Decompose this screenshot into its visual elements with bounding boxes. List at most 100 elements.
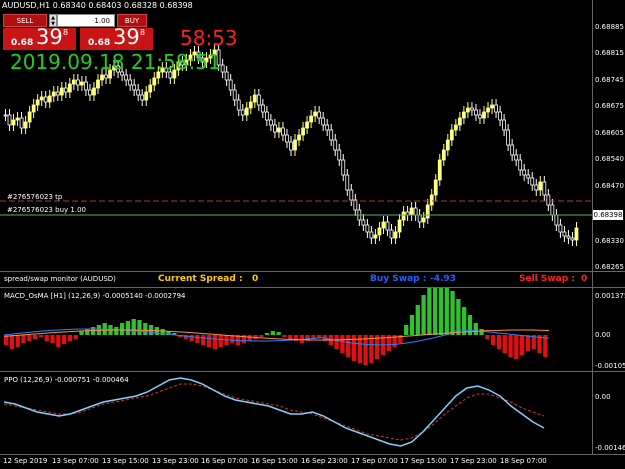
ppo-title: PPO (12,26,9) -0.000751 -0.000464 (4, 376, 129, 384)
candle-body (502, 119, 507, 131)
macd-histogram-bar (195, 335, 200, 343)
price-axis: 0.68885 0.68815 0.68745 0.68675 0.68605 … (592, 0, 625, 271)
candle-body (389, 229, 394, 239)
candle-body (152, 77, 157, 86)
macd-histogram-bar (38, 335, 44, 337)
macd-histogram-bar (137, 320, 142, 335)
current-spread-label: Current Spread : (158, 274, 243, 284)
candle-body (538, 181, 543, 191)
time-axis-label: 13 Sep 23:00 (152, 457, 199, 465)
candle-body (373, 234, 378, 239)
buy-price-prefix: 0.68 (88, 38, 111, 48)
candle-body (522, 169, 527, 176)
candle-body (224, 71, 229, 81)
candle-body (289, 141, 293, 151)
macd-histogram-bar (502, 335, 507, 353)
time-axis: 12 Sep 2019 13 Sep 07:00 13 Sep 15:00 13… (0, 454, 592, 468)
candle-body (293, 139, 297, 151)
price-axis-label: 0.68540 (595, 155, 624, 163)
tp-line-label: #276576023 tp (7, 193, 63, 201)
macd-histogram-bar (363, 335, 368, 365)
candle-body (534, 184, 539, 191)
macd-histogram-bar (276, 332, 281, 335)
candle-body (530, 177, 535, 186)
candle-body (453, 124, 458, 131)
time-axis-label: 16 Sep 07:00 (201, 457, 248, 465)
candle-body (486, 107, 490, 113)
lot-size-input[interactable]: 1.00 (57, 14, 115, 27)
macd-histogram-bar (444, 288, 449, 335)
candle-body (228, 79, 233, 91)
price-axis-label: 0.68815 (595, 49, 624, 57)
candle-body (260, 104, 265, 113)
macd-histogram-bar (259, 335, 264, 337)
ppo-chart[interactable] (0, 372, 592, 454)
macd-histogram-bar (340, 335, 345, 353)
sell-price-button[interactable]: 0.68 39 8 (3, 25, 76, 50)
buy-price-button[interactable]: 0.68 39 8 (80, 25, 153, 50)
candle-body (369, 231, 374, 239)
ppo-axis-label: 0.00 (595, 393, 611, 401)
macd-histogram-bar (450, 291, 455, 335)
candle-body (27, 111, 32, 123)
macd-histogram-bar (201, 335, 206, 345)
macd-histogram-bar (9, 335, 15, 349)
candle-body (329, 129, 334, 141)
macd-histogram-bar (369, 335, 374, 363)
macd-histogram-bar (485, 335, 490, 339)
macd-histogram-bar (206, 335, 212, 347)
sell-price-prefix: 0.68 (11, 38, 34, 48)
candle-body (421, 217, 426, 223)
candle-body (252, 94, 257, 103)
candle-body (128, 79, 133, 86)
candle-body (526, 174, 531, 179)
candle-body (7, 114, 12, 126)
buy-swap-label: Buy Swap : (370, 274, 427, 284)
candle-body (92, 87, 96, 96)
macd-histogram-bar (79, 331, 84, 335)
macd-histogram-bar (189, 335, 194, 341)
candle-body (474, 109, 478, 116)
candle-body (514, 154, 519, 161)
candle-body (558, 224, 563, 233)
macd-histogram-bar (32, 335, 38, 339)
price-axis-label: 0.68885 (595, 23, 624, 31)
macd-histogram-bar (212, 335, 218, 349)
macd-axis-label: 0.00 (595, 331, 611, 339)
price-axis-label: 0.68745 (595, 76, 624, 84)
candle-body (15, 117, 20, 121)
candle-body (51, 91, 56, 97)
server-datetime: 2019.09.18 21:58:51 (10, 50, 221, 74)
time-axis-label: 18 Sep 07:00 (500, 457, 547, 465)
macd-histogram-bar (404, 325, 409, 335)
macd-axis: 0.0013751 0.00 -0.0010500 (592, 288, 625, 371)
time-axis-label: 12 Sep 2019 (3, 457, 48, 465)
candle-body (268, 119, 273, 126)
macd-histogram-bar (125, 321, 131, 335)
candle-body (365, 224, 370, 233)
time-axis-label: 17 Sep 07:00 (351, 457, 398, 465)
candle-body (220, 64, 225, 73)
candle-body (273, 124, 277, 133)
macd-histogram-bar (473, 323, 478, 335)
macd-histogram-bar (218, 335, 223, 347)
macd-histogram-bar (508, 335, 513, 357)
candle-body (285, 134, 289, 143)
candle-body (377, 227, 382, 236)
spread-monitor-row: Current Spread : 0 Buy Swap : -4.93 Sell… (0, 274, 590, 286)
candle-body (297, 134, 301, 141)
candle-body (100, 74, 104, 81)
candle-body (3, 114, 8, 117)
candle-body (393, 231, 398, 239)
macd-histogram-bar (462, 307, 467, 335)
candle-body (466, 107, 470, 113)
candle-body (132, 84, 137, 91)
candle-body (96, 79, 100, 89)
candle-body (449, 129, 454, 141)
macd-histogram-bar (282, 335, 287, 337)
macd-histogram-bar (247, 335, 252, 341)
macd-histogram-chart[interactable] (0, 288, 592, 371)
macd-histogram-bar (56, 335, 61, 347)
macd-histogram-bar (44, 335, 49, 341)
candle-body (232, 89, 237, 101)
